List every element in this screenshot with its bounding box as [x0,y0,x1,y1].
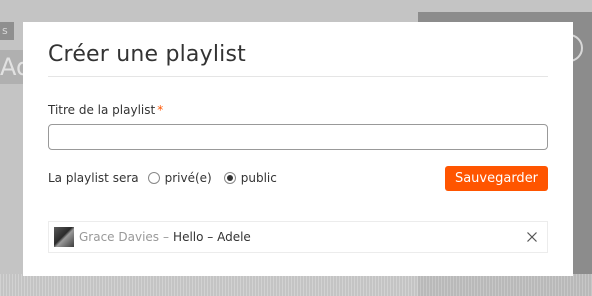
background-chip: s [0,22,14,40]
track-separator: – [163,230,170,244]
playlist-title-label: Titre de la playlist * [48,103,163,117]
public-radio[interactable] [223,172,236,184]
save-button[interactable]: Sauvegarder [445,166,548,191]
background-title: Ade [0,50,24,84]
close-icon[interactable] [526,231,538,243]
create-playlist-dialog: Créer une playlist Titre de la playlist *… [23,22,573,276]
playlist-title-input[interactable] [48,124,548,150]
track-title[interactable]: Hello – Adele [173,230,251,244]
public-radio-label[interactable]: public [241,171,277,185]
dialog-title: Créer une playlist [48,42,246,67]
private-radio-label[interactable]: privé(e) [165,171,212,185]
track-artwork [54,227,74,247]
background-waveform [0,274,592,296]
track-artist[interactable]: Grace Davies [79,230,159,244]
privacy-label: La playlist sera [48,171,139,185]
title-divider [48,76,548,77]
privacy-row: La playlist sera privé(e) public [48,170,277,186]
playlist-title-label-text: Titre de la playlist [48,103,156,117]
private-radio[interactable] [147,172,160,184]
required-mark: * [157,103,164,117]
track-list-item: Grace Davies – Hello – Adele [48,221,548,253]
